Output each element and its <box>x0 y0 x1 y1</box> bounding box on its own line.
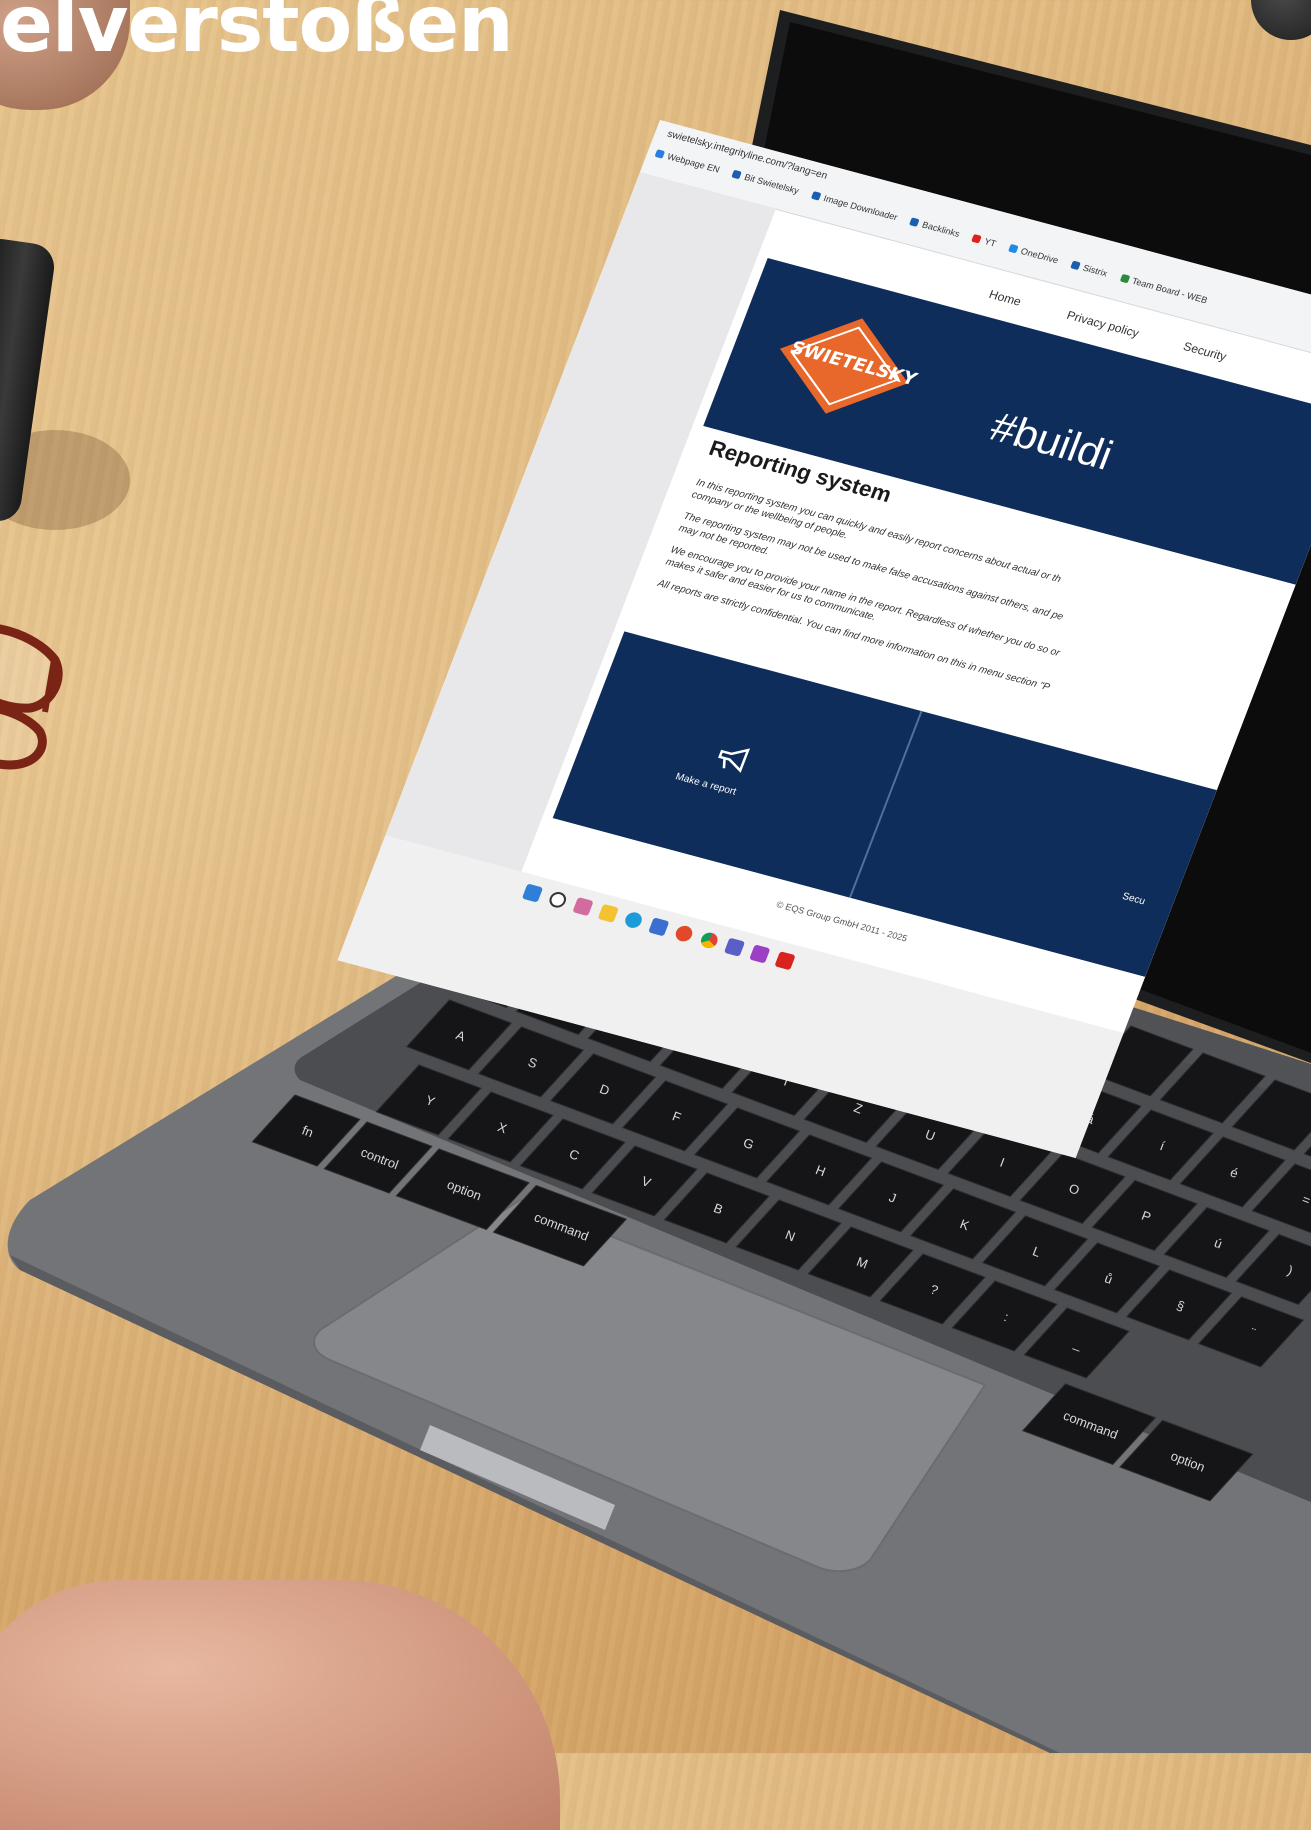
bookmark-item[interactable]: Team Board - WEB <box>1119 273 1209 305</box>
youtube-icon <box>971 234 983 244</box>
bookmark-item[interactable]: Sistrix <box>1070 260 1109 278</box>
nav-security[interactable]: Security <box>1181 339 1228 363</box>
bookmark-icon <box>810 191 822 201</box>
megaphone-icon <box>718 748 751 773</box>
app-icon[interactable] <box>673 924 695 944</box>
app-icon[interactable] <box>648 917 670 937</box>
nav-privacy-policy[interactable]: Privacy policy <box>1065 308 1141 340</box>
bookmark-item[interactable]: Backlinks <box>909 217 961 239</box>
make-report-tile[interactable]: Make a report <box>674 771 738 797</box>
bookmark-item[interactable]: Bit Swietelsky <box>731 169 800 196</box>
app-icon[interactable] <box>749 944 771 964</box>
search-icon[interactable] <box>547 890 569 910</box>
tile-divider <box>848 710 923 899</box>
teams-icon[interactable] <box>723 937 746 957</box>
scene: elverstoßen esc<+ěščřžýáíé=´QWERTZUIOPú)… <box>0 0 1311 1753</box>
widgets-icon[interactable] <box>572 897 594 917</box>
chrome-icon[interactable] <box>698 930 720 950</box>
bookmark-item[interactable]: Image Downloader <box>810 190 899 222</box>
bookmark-item[interactable]: YT <box>971 233 998 249</box>
bookmark-item[interactable]: Webpage EN <box>654 148 721 175</box>
bookmark-icon <box>654 149 666 159</box>
edge-icon[interactable] <box>622 910 645 930</box>
acrobat-icon[interactable] <box>774 951 796 971</box>
bookmark-icon <box>909 217 921 228</box>
bookmark-icon <box>731 169 743 180</box>
nav-home[interactable]: Home <box>987 287 1023 308</box>
hero-slogan: #buildi <box>984 402 1120 479</box>
file-explorer-icon[interactable] <box>597 903 619 923</box>
board-icon <box>1119 273 1130 284</box>
cloud-icon <box>1008 243 1019 254</box>
company-logo[interactable]: SWIETELSKY <box>756 296 931 435</box>
bookmark-icon <box>1070 260 1081 271</box>
windows-start-icon[interactable] <box>521 883 544 903</box>
secure-inbox-tile[interactable]: Secu <box>1121 891 1147 907</box>
bookmark-item[interactable]: OneDrive <box>1008 243 1060 265</box>
